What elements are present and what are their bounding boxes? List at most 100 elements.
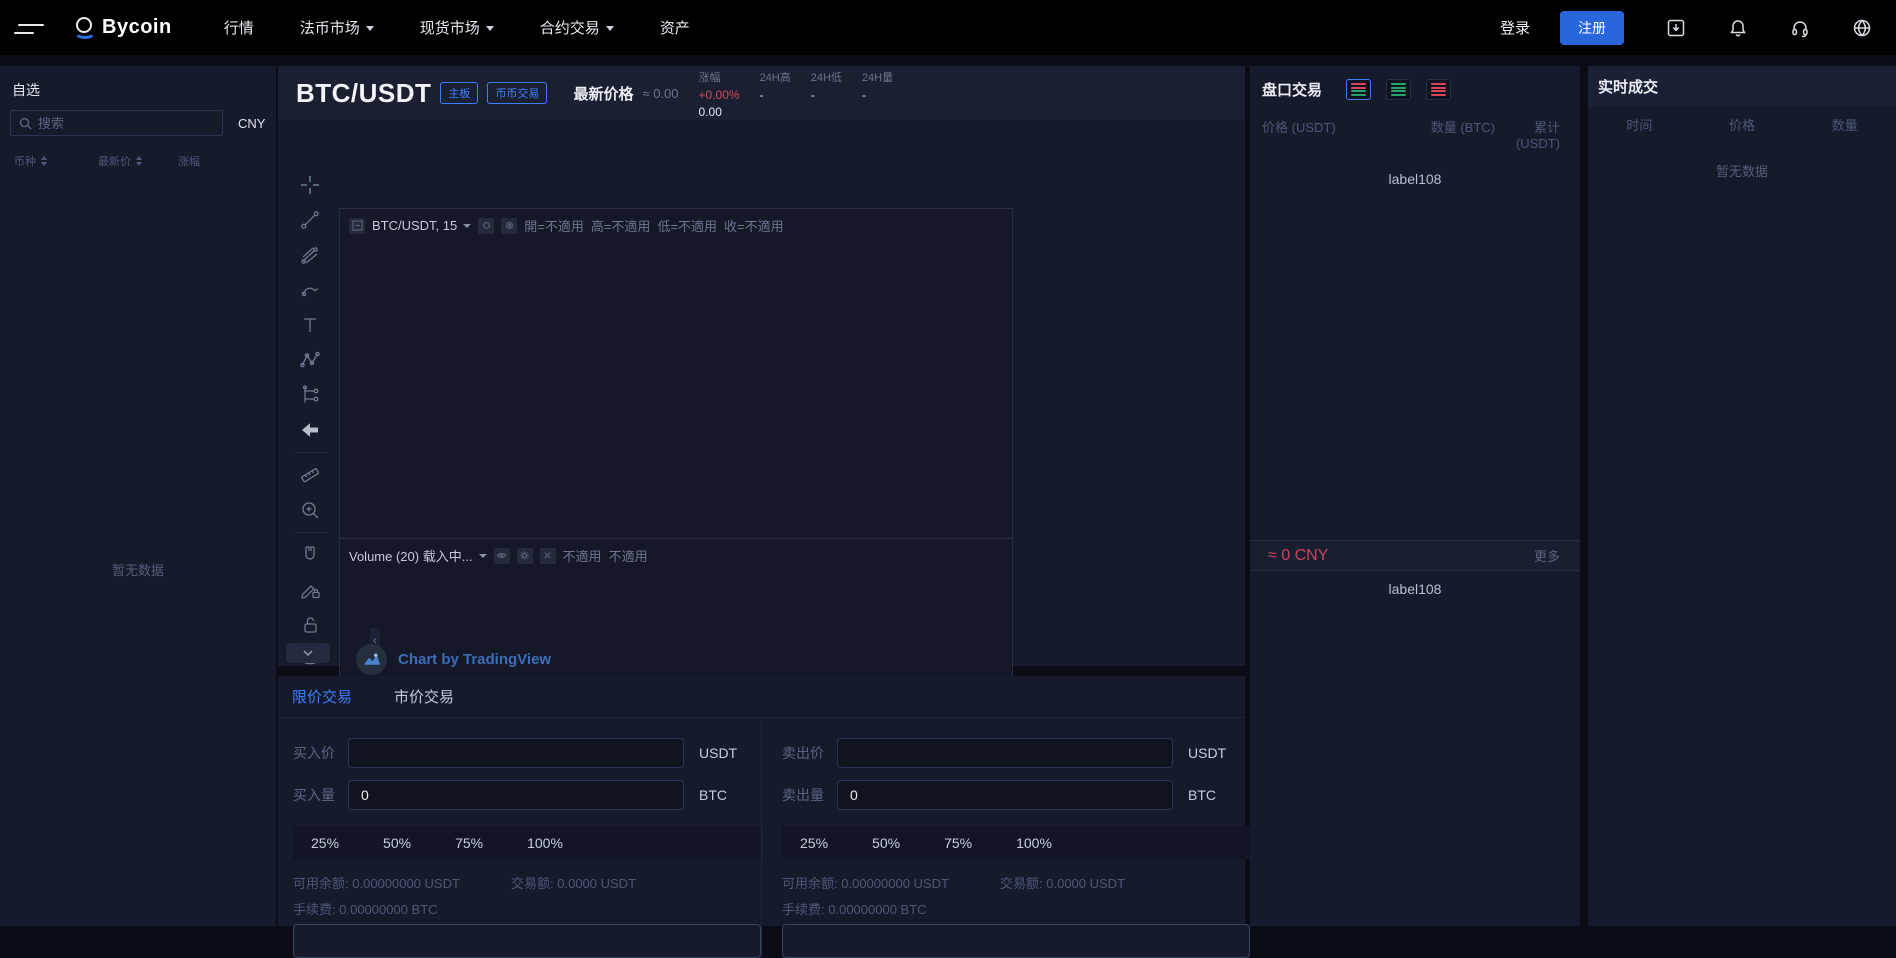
buy-percent-25[interactable]: 25% <box>311 835 339 851</box>
volume-legend: Volume (20) 载入中... 不適用 不適用 <box>340 539 1012 565</box>
search-box <box>10 110 223 136</box>
menu-icon[interactable] <box>14 21 44 39</box>
sort-icon <box>41 156 47 166</box>
badge-spot-trade: 币币交易 <box>487 82 547 104</box>
chart-legend: BTC/USDT, 15 開=不適用 高=不適用 低=不適用 收=不適用 <box>340 209 1012 235</box>
price-in-cny: ≈ 0 CNY <box>1268 547 1328 565</box>
book-mode-both-icon[interactable] <box>1346 79 1371 100</box>
bell-icon[interactable] <box>1728 18 1748 38</box>
orderbook-view-modes <box>1346 79 1451 100</box>
book-mode-bids-icon[interactable] <box>1386 79 1411 100</box>
ruler-tool-icon[interactable] <box>297 462 323 488</box>
change-percent: +0.00% <box>699 88 740 102</box>
magnet-tool-icon[interactable] <box>297 542 323 568</box>
more-link[interactable]: 更多 <box>1534 546 1560 565</box>
globe-icon[interactable] <box>1852 18 1872 38</box>
headset-icon[interactable] <box>1790 18 1810 38</box>
column-header-last-price[interactable]: 最新价 <box>98 153 178 169</box>
buy-percent-100[interactable]: 100% <box>527 835 563 851</box>
legend-settings-icon[interactable] <box>501 218 517 234</box>
nav-item-fiat-market[interactable]: 法币市场 <box>300 17 374 38</box>
symbol-interval-dropdown[interactable]: BTC/USDT, 15 <box>372 218 471 233</box>
toolbar-collapse-button[interactable] <box>286 643 330 663</box>
chevron-down-icon <box>366 26 374 31</box>
sell-submit-button[interactable] <box>782 924 1250 958</box>
buy-percent-row: 25% 50% 75% 100% <box>293 826 761 859</box>
volume-settings-icon[interactable] <box>517 548 533 564</box>
download-icon[interactable] <box>1666 18 1686 38</box>
column-header-coin[interactable]: 币种 <box>14 153 98 169</box>
bids-placeholder: label108 <box>1250 581 1580 597</box>
buy-volume: 交易额: 0.0000 USDT <box>511 873 636 892</box>
crosshair-tool-icon[interactable] <box>297 172 323 198</box>
brand-logo-icon <box>74 17 96 39</box>
volume-close-icon[interactable] <box>540 548 556 564</box>
change-value: 0.00 <box>699 105 740 119</box>
login-link[interactable]: 登录 <box>1500 17 1530 38</box>
drawing-lock-icon[interactable] <box>297 577 323 603</box>
volume-study-dropdown[interactable]: Volume (20) 载入中... <box>349 546 487 565</box>
tab-market-trade[interactable]: 市价交易 <box>394 686 454 707</box>
lock-all-icon[interactable] <box>297 612 323 638</box>
buy-percent-75[interactable]: 75% <box>455 835 483 851</box>
chevron-down-icon <box>606 26 614 31</box>
brand-name: Bycoin <box>102 16 172 39</box>
buy-submit-button[interactable] <box>293 924 761 958</box>
watchlist-title: 自选 <box>0 66 276 100</box>
buy-price-label: 买入价 <box>293 743 348 763</box>
nav-item-quotes[interactable]: 行情 <box>224 17 254 38</box>
stat-24h-high: 24H高 - <box>760 69 791 102</box>
nav-item-contract-trade[interactable]: 合约交易 <box>540 17 614 38</box>
asks-placeholder: label108 <box>1250 171 1580 187</box>
text-tool-icon[interactable] <box>297 312 323 338</box>
trades-title: 实时成交 <box>1588 66 1896 106</box>
watchlist-empty-state: 暂无数据 <box>0 560 276 579</box>
column-header-change[interactable]: 涨幅 <box>178 153 200 169</box>
nav-right: 登录 注册 <box>1500 11 1872 45</box>
sell-percent-75[interactable]: 75% <box>944 835 972 851</box>
ohlc-close: 收=不適用 <box>724 216 784 235</box>
legend-collapse-icon[interactable] <box>349 218 365 234</box>
book-mode-asks-icon[interactable] <box>1426 79 1451 100</box>
sell-price-input[interactable] <box>837 738 1173 768</box>
ohlc-low: 低=不適用 <box>657 216 717 235</box>
xabcd-pattern-tool-icon[interactable] <box>297 347 323 373</box>
sell-amount-input[interactable] <box>837 780 1173 810</box>
orderbook-panel: 盘口交易 价格 (USDT) 数量 (BTC) 累计 (USDT) label1… <box>1250 66 1580 926</box>
tradingview-attribution[interactable]: Chart by TradingView <box>356 644 551 675</box>
volume-eye-icon[interactable] <box>494 548 510 564</box>
sell-amount-label: 卖出量 <box>782 785 837 805</box>
buy-price-input[interactable] <box>348 738 684 768</box>
sell-percent-50[interactable]: 50% <box>872 835 900 851</box>
back-arrow-icon[interactable] <box>297 417 323 443</box>
sell-percent-100[interactable]: 100% <box>1016 835 1052 851</box>
change-label: 涨幅 <box>699 69 740 85</box>
tab-limit-trade[interactable]: 限价交易 <box>292 686 352 707</box>
chart-panel: BTC/USDT 主板 币币交易 最新价格 ≈ 0.00 涨幅 +0.00% 0… <box>278 66 1245 666</box>
top-nav: Bycoin 行情 法币市场 现货市场 合约交易 资产 登录 注册 <box>0 0 1896 55</box>
sell-percent-25[interactable]: 25% <box>800 835 828 851</box>
column-header-price: 价格 <box>1691 115 1794 134</box>
gann-fib-tool-icon[interactable] <box>297 242 323 268</box>
sell-balance: 可用余额: 0.00000000 USDT <box>782 873 1000 892</box>
buy-amount-input[interactable] <box>348 780 684 810</box>
volume-value: 不適用 <box>563 546 602 565</box>
chevron-down-icon <box>486 26 494 31</box>
nav-item-assets[interactable]: 资产 <box>660 17 690 38</box>
register-button[interactable]: 注册 <box>1560 11 1624 45</box>
brush-tool-icon[interactable] <box>297 277 323 303</box>
trades-columns: 时间 价格 数量 <box>1588 115 1896 134</box>
zoom-in-tool-icon[interactable] <box>297 497 323 523</box>
column-header-amount: 数量 (BTC) <box>1397 117 1495 151</box>
sell-amount-unit: BTC <box>1188 787 1216 803</box>
brand-logo[interactable]: Bycoin <box>74 16 172 39</box>
trend-line-tool-icon[interactable] <box>297 207 323 233</box>
badge-mainboard: 主板 <box>440 82 478 104</box>
search-input[interactable] <box>38 116 214 131</box>
nav-item-spot-market[interactable]: 现货市场 <box>420 17 494 38</box>
last-price-value: ≈ 0.00 <box>642 86 678 101</box>
forecast-tool-icon[interactable] <box>297 382 323 408</box>
legend-eye-icon[interactable] <box>478 218 494 234</box>
currency-selector[interactable]: CNY <box>238 116 265 131</box>
buy-percent-50[interactable]: 50% <box>383 835 411 851</box>
